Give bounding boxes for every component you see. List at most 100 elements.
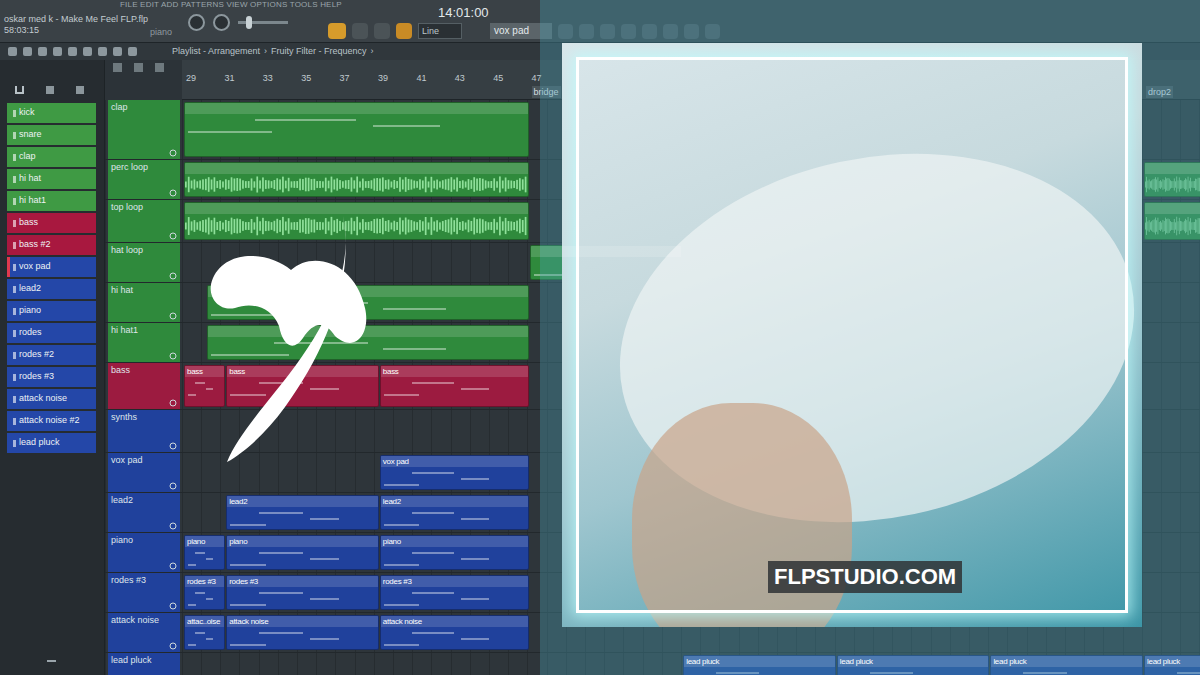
playlist-tool-icon[interactable] [128,47,137,56]
track-header[interactable]: hi hat [108,283,180,322]
clip[interactable]: attack noise [380,615,529,650]
channel-item[interactable]: snare [7,125,96,145]
clip[interactable]: rodes #3 [380,575,529,610]
channel-item[interactable]: vox pad [7,257,96,277]
mute-icon[interactable] [169,149,177,157]
clip[interactable]: attack noise [226,615,379,650]
master-slider[interactable] [238,21,288,24]
clip[interactable]: rodes #3 [184,575,225,610]
channel-item[interactable]: hi hat [7,169,96,189]
mute-icon[interactable] [169,482,177,490]
clip[interactable]: piano [226,535,379,570]
snap-select[interactable]: Line [418,23,462,39]
link-icon[interactable] [396,23,412,39]
clip[interactable]: piano [184,535,225,570]
track-name: vox pad [111,455,177,466]
channel-name: clap [19,150,36,164]
arrow-icon[interactable] [352,23,368,39]
playlist-tool-icon[interactable] [38,47,47,56]
mute-icon[interactable] [169,352,177,360]
clip[interactable] [184,202,529,240]
mute-icon[interactable] [169,232,177,240]
track-header[interactable]: lead pluck [108,653,180,675]
clip[interactable]: lead2 [380,495,529,530]
clip[interactable]: attac..oise [184,615,225,650]
mute-icon[interactable] [169,562,177,570]
channel-item[interactable]: bass [7,213,96,233]
track-header[interactable]: lead2 [108,493,180,532]
mute-icon[interactable] [169,312,177,320]
zoom-icon[interactable] [155,63,164,72]
track-header[interactable]: clap [108,100,180,159]
volume-knob-icon[interactable] [188,14,205,31]
track-header[interactable]: vox pad [108,453,180,492]
track-header[interactable]: piano [108,533,180,572]
rack-add-icon[interactable] [46,86,54,94]
pencil-icon[interactable] [374,23,390,39]
clip[interactable]: bass [184,365,225,407]
mute-icon[interactable] [169,399,177,407]
main-menu[interactable]: FILE EDIT ADD PATTERNS VIEW OPTIONS TOOL… [120,0,342,9]
mute-icon[interactable] [169,189,177,197]
channel-item[interactable]: rodes #2 [7,345,96,365]
mute-icon[interactable] [169,272,177,280]
playlist-tool-icon[interactable] [8,47,17,56]
playlist-tool-icon[interactable] [68,47,77,56]
channel-item[interactable]: clap [7,147,96,167]
channel-item[interactable]: lead pluck [7,433,96,453]
channel-item[interactable]: rodes #3 [7,367,96,387]
channel-name: attack noise [19,392,67,406]
channel-item[interactable]: rodes [7,323,96,343]
clip[interactable] [207,325,529,360]
bar-number: 41 [416,72,426,86]
bar-number: 43 [455,72,465,86]
channel-item[interactable]: piano [7,301,96,321]
track-name: clap [111,102,177,113]
pitch-knob-icon[interactable] [213,14,230,31]
breadcrumb-item[interactable]: Fruity Filter - Frequency [271,45,367,59]
mute-icon[interactable] [169,602,177,610]
playlist-tool-icon[interactable] [23,47,32,56]
mute-icon[interactable] [169,642,177,650]
playlist-tool-icon[interactable] [53,47,62,56]
clip[interactable]: bass [226,365,379,407]
track-header[interactable]: hat loop [108,243,180,282]
rack-menu-icon[interactable] [15,86,24,94]
playlist-tool-icon[interactable] [113,47,122,56]
clip[interactable]: lead2 [226,495,379,530]
step-icon[interactable] [113,63,122,72]
track-header[interactable]: synths [108,410,180,452]
clip-label: rodes #3 [187,577,216,586]
clip[interactable] [184,162,529,197]
clip[interactable]: bass [380,365,529,407]
track-header[interactable]: rodes #3 [108,573,180,612]
playlist-tool-icon[interactable] [98,47,107,56]
add-channel-icon[interactable] [47,660,56,669]
track-header[interactable]: attack noise [108,613,180,652]
mute-icon[interactable] [169,522,177,530]
track-header[interactable]: top loop [108,200,180,242]
track-header[interactable]: perc loop [108,160,180,199]
mute-icon[interactable] [169,442,177,450]
slide-icon[interactable] [134,63,143,72]
channel-item[interactable]: bass #2 [7,235,96,255]
track-header[interactable]: bass [108,363,180,409]
clip[interactable]: piano [380,535,529,570]
playlist-tool-icon[interactable] [83,47,92,56]
breadcrumb-item[interactable]: Playlist - Arrangement [172,45,260,59]
clip[interactable]: vox pad [380,455,529,490]
channel-item[interactable]: hi hat1 [7,191,96,211]
bar-number: 35 [301,72,311,86]
channel-name: lead pluck [19,436,60,450]
channel-item[interactable]: kick [7,103,96,123]
clip-label: piano [187,537,205,546]
track-header[interactable]: hi hat1 [108,323,180,362]
channel-item[interactable]: attack noise [7,389,96,409]
channel-name: bass #2 [19,238,51,252]
clip[interactable]: rodes #3 [226,575,379,610]
rack-resize-icon[interactable] [76,86,84,94]
snap-icon[interactable] [328,23,346,39]
channel-item[interactable]: attack noise #2 [7,411,96,431]
clip[interactable] [184,102,529,157]
channel-item[interactable]: lead2 [7,279,96,299]
